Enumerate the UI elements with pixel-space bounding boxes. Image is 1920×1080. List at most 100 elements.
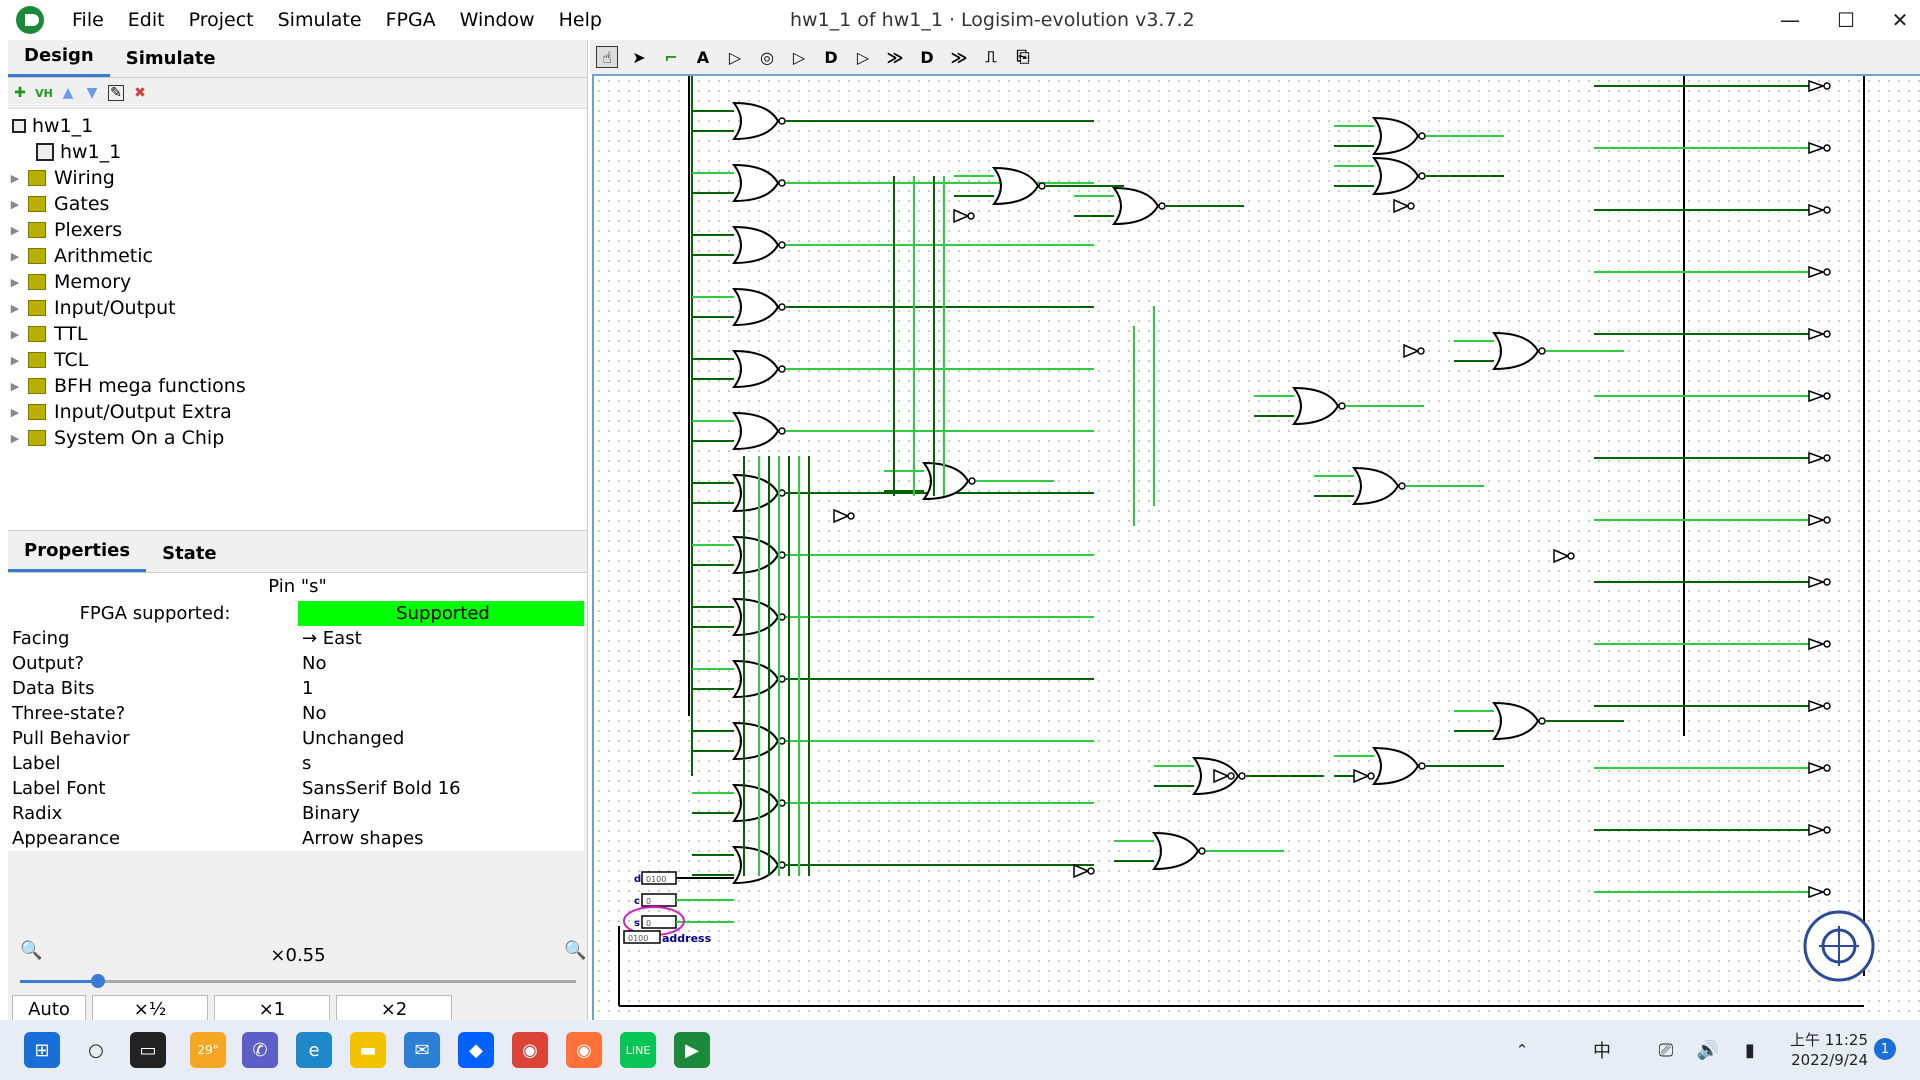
explorer-icon[interactable]: ▬ [350,1032,386,1068]
tab-design[interactable]: Design [8,45,110,77]
input-pin-icon[interactable]: ▷ [724,46,746,68]
menu-window[interactable]: Window [448,9,547,31]
menu-fpga[interactable]: FPGA [374,9,448,31]
buffer-gate-icon[interactable]: D [820,46,842,68]
text-tool-icon[interactable]: A [692,46,714,68]
prop-row[interactable]: Label s [8,751,584,776]
teams-icon[interactable]: ✆ [242,1032,278,1068]
select-tool-icon[interactable]: ➤ [628,46,650,68]
circuit-layout-icon[interactable]: ⎍ [980,46,1002,68]
zoom-slider-knob[interactable] [90,974,105,988]
dropbox-icon[interactable]: ◆ [458,1032,494,1068]
prop-row[interactable]: Three-state? No [8,701,584,726]
tree-project[interactable]: hw1_1 [8,113,587,139]
mail-icon[interactable]: ✉ [404,1032,440,1068]
expand-arrow-icon[interactable]: ▶ [8,380,22,393]
expand-arrow-icon[interactable]: ▶ [8,172,22,185]
expand-arrow-icon[interactable]: ▶ [8,328,22,341]
menu-project[interactable]: Project [177,9,266,31]
menu-simulate[interactable]: Simulate [266,9,374,31]
firefox-icon[interactable]: ◉ [566,1032,602,1068]
tree-library[interactable]: ▶ TCL [8,347,587,373]
menu-help[interactable]: Help [547,9,614,31]
expand-arrow-icon[interactable]: ▶ [8,302,22,315]
chrome-icon[interactable]: ◉ [512,1032,548,1068]
add-vhdl-icon[interactable]: VH [35,85,53,101]
delete-icon[interactable]: ✖ [132,85,148,101]
tree-library[interactable]: ▶ Input/Output [8,295,587,321]
line-icon[interactable]: LINE [620,1032,656,1068]
chevron-up-icon[interactable]: ⌃ [1504,1032,1540,1068]
weather-icon[interactable]: 29° [190,1032,226,1068]
tree-library[interactable]: ▶ Arithmetic [8,243,587,269]
network-icon[interactable]: ⎚ [1648,1032,1684,1068]
move-up-icon[interactable]: ▲ [60,85,76,101]
tree-library[interactable]: ▶ Wiring [8,165,587,191]
output-pin-icon[interactable]: ◎ [756,46,778,68]
circuit-canvas[interactable]: d 0100 c 0 s 0 0100 address [592,74,1920,1020]
battery-icon[interactable]: ▮ [1732,1032,1768,1068]
and-gate-icon[interactable]: ▷ [852,46,874,68]
prop-value[interactable]: Arrow shapes [298,826,584,851]
not-gate-icon[interactable]: ▷ [788,46,810,68]
prop-row[interactable]: Facing → East [8,626,584,651]
tree-library[interactable]: ▶ System On a Chip [8,425,587,451]
prop-value[interactable]: SansSerif Bold 16 [298,776,584,801]
tree-library[interactable]: ▶ BFH mega functions [8,373,587,399]
tree-library[interactable]: ▶ TTL [8,321,587,347]
maximize-button[interactable]: ☐ [1826,6,1866,34]
tree-library[interactable]: ▶ Plexers [8,217,587,243]
search-icon[interactable]: ○ [78,1032,114,1068]
prop-value[interactable]: 1 [298,676,584,701]
menu-edit[interactable]: Edit [116,9,177,31]
zoom-auto-button[interactable]: Auto [12,995,86,1023]
wire-tool-icon[interactable]: ⌐ [660,46,682,68]
logisim-logo-icon[interactable] [16,6,44,34]
prop-value[interactable]: s [298,751,584,776]
expand-arrow-icon[interactable]: ▶ [8,224,22,237]
clock[interactable]: 上午 11:25 2022/9/24 [1790,1030,1868,1070]
tree-circuit[interactable]: hw1_1 [8,139,587,165]
volume-icon[interactable]: 🔊 [1690,1032,1726,1068]
notification-badge[interactable]: 1 [1874,1038,1896,1060]
zoom-2x-button[interactable]: ×2 [336,995,452,1023]
prop-row[interactable]: Radix Binary [8,801,584,826]
task-view-icon[interactable]: ▭ [130,1032,166,1068]
move-down-icon[interactable]: ▼ [84,85,100,101]
prop-row[interactable]: Label Font SansSerif Bold 16 [8,776,584,801]
zoom-half-button[interactable]: ×½ [92,995,208,1023]
prop-value[interactable]: Unchanged [298,726,584,751]
or-gate-icon[interactable]: ≫ [884,46,906,68]
expand-arrow-icon[interactable]: ▶ [8,250,22,263]
appearance-icon[interactable]: ⎘ [1012,46,1034,68]
prop-value[interactable]: No [298,651,584,676]
nand-gate-icon[interactable]: D [916,46,938,68]
zoom-slider[interactable] [20,974,576,988]
zoom-in-icon[interactable]: 🔍 [564,940,586,961]
prop-row[interactable]: Data Bits 1 [8,676,584,701]
prop-row[interactable]: Pull Behavior Unchanged [8,726,584,751]
expand-arrow-icon[interactable]: ▶ [8,406,22,419]
prop-row[interactable]: Output? No [8,651,584,676]
prop-value[interactable]: Binary [298,801,584,826]
tree-library[interactable]: ▶ Memory [8,269,587,295]
tree-library[interactable]: ▶ Input/Output Extra [8,399,587,425]
expand-arrow-icon[interactable]: ▶ [8,432,22,445]
zoom-1x-button[interactable]: ×1 [214,995,330,1023]
add-circuit-icon[interactable]: ✚ [12,85,28,101]
edit-appearance-icon[interactable]: ✎ [108,85,124,101]
logisim-taskbar-icon[interactable]: ▶ [674,1032,710,1068]
expand-arrow-icon[interactable]: ▶ [8,198,22,211]
tab-properties[interactable]: Properties [8,540,147,572]
prop-row[interactable]: Appearance Arrow shapes [8,826,584,851]
xor-gate-icon[interactable]: ≫ [948,46,970,68]
poke-tool-icon[interactable]: ☝ [596,46,618,68]
expand-arrow-icon[interactable]: ▶ [8,354,22,367]
ime-icon[interactable]: 中 [1584,1032,1620,1068]
menu-file[interactable]: File [60,9,116,31]
start-icon[interactable]: ⊞ [24,1032,60,1068]
prop-value[interactable]: → East [298,626,584,651]
tab-state[interactable]: State [146,543,233,572]
tab-simulate[interactable]: Simulate [110,48,232,77]
edge-icon[interactable]: e [296,1032,332,1068]
